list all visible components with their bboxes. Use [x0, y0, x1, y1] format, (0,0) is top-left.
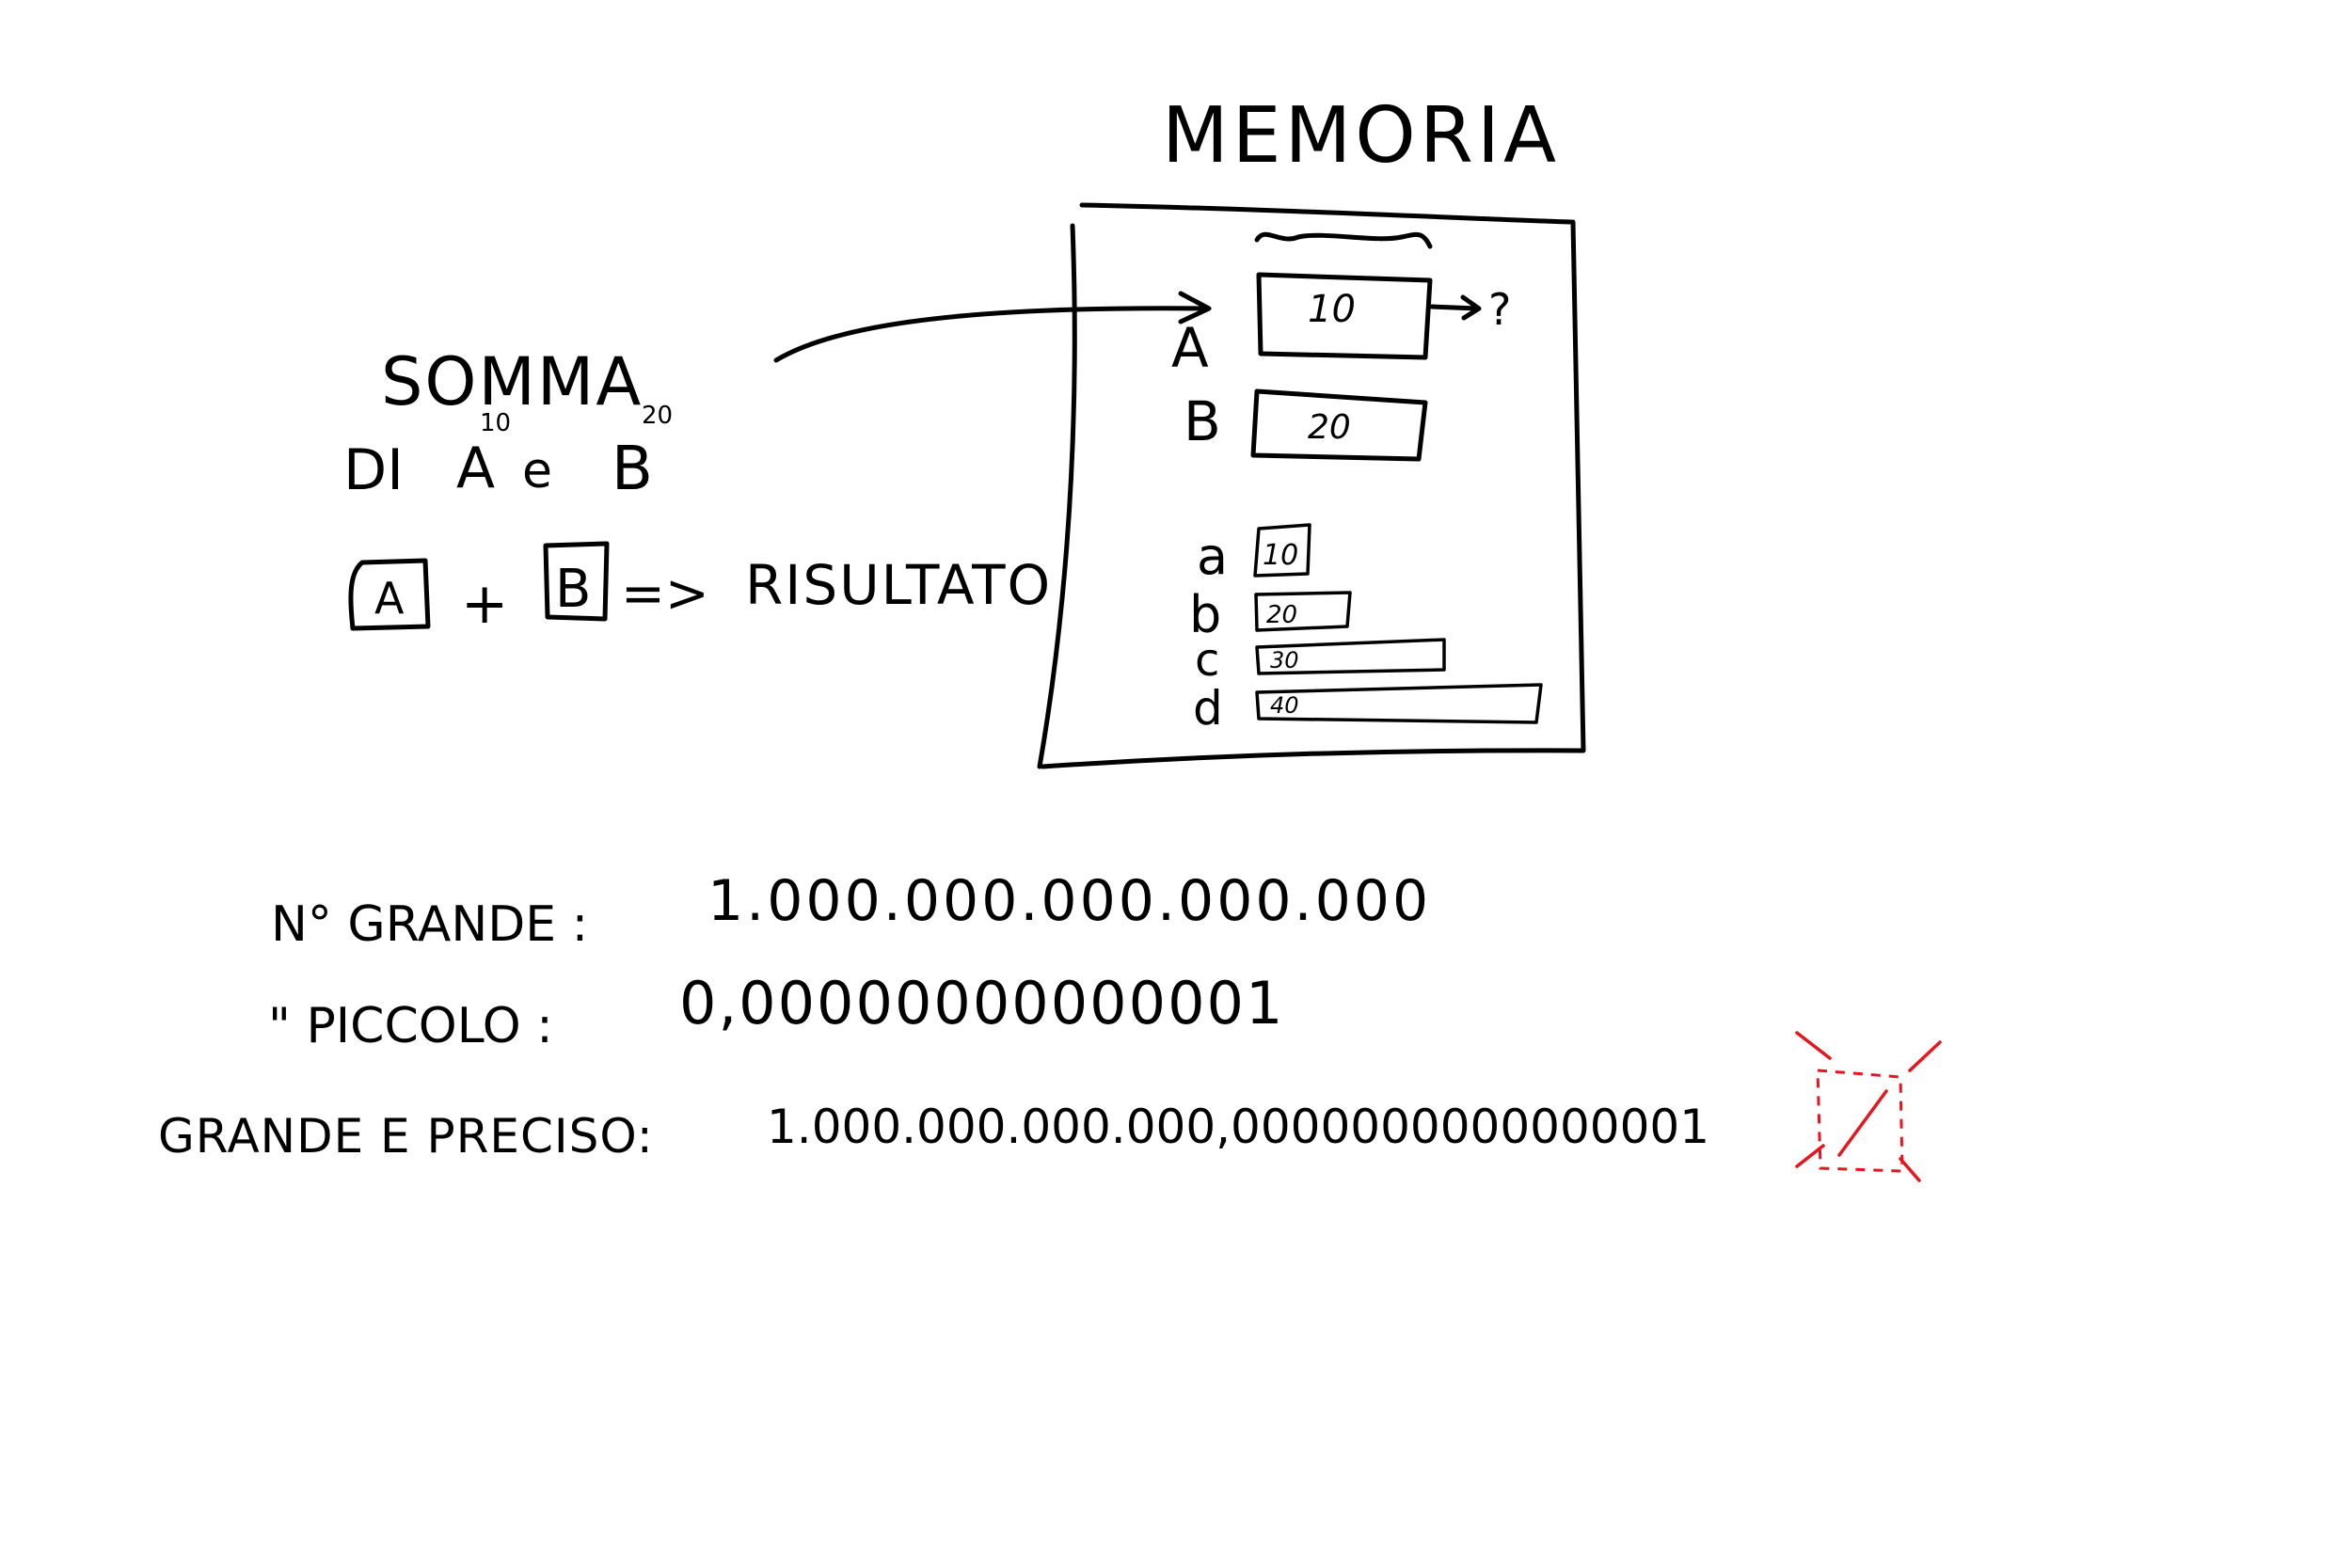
arrow-to-cell-a — [773, 306, 1207, 363]
big-number-label: N° GRANDE : — [271, 896, 588, 953]
small-cell-d-box — [1255, 683, 1543, 724]
small-cell-b-value: 20 — [1266, 601, 1297, 629]
sum-var-b: B — [612, 435, 653, 504]
sum-var-a-sup: 10 — [480, 409, 511, 437]
small-cell-d-label: d — [1193, 681, 1223, 736]
cell-a-label: A — [1171, 316, 1209, 380]
precise-number-label: GRANDE E PRECISO: — [158, 1109, 654, 1164]
small-cell-a-label: a — [1197, 527, 1228, 586]
sum-var-a: A — [456, 436, 495, 501]
small-cell-c-value: 30 — [1270, 647, 1299, 673]
small-cell-a: a 10 — [1197, 523, 1311, 586]
small-cell-c-label: c — [1195, 634, 1219, 687]
small-number-label: " PICCOLO : — [268, 998, 553, 1054]
cell-a-out-arrow — [1429, 294, 1482, 321]
sum-prefix: DI — [343, 437, 404, 503]
memory-title: MEMORIA — [1162, 91, 1560, 181]
small-number-value: 0,00000000000001 — [679, 969, 1284, 1037]
whiteboard-drawing: MEMORIA A 10 ? B 20 a 10 b 20 c 30 d 40 … — [158, 91, 1942, 1182]
small-cell-d: d 40 — [1193, 681, 1543, 736]
memory-brace — [1254, 231, 1433, 249]
precise-number-value: 1.000.000.000.000,0000000000000001 — [767, 1100, 1709, 1154]
cell-a-value: 10 — [1308, 288, 1356, 331]
small-cell-a-value: 10 — [1263, 539, 1298, 572]
expr-arrow: => — [621, 563, 709, 625]
expr-b: B — [555, 559, 591, 620]
sum-var-b-sup: 20 — [642, 402, 673, 430]
cell-b-value: 20 — [1308, 408, 1351, 447]
sum-conj: e — [522, 443, 552, 499]
expr-a: A — [374, 573, 405, 624]
cell-a-question: ? — [1488, 284, 1511, 335]
small-cell-c: c 30 — [1195, 634, 1446, 687]
expr-plus: + — [461, 571, 508, 637]
big-number-value: 1.000.000.000.000.000 — [707, 868, 1431, 934]
small-cell-d-value: 40 — [1270, 692, 1299, 719]
expr-result: RISULTATO — [745, 553, 1052, 617]
red-correction-mark — [1795, 1031, 1942, 1182]
sum-title: SOMMA — [381, 343, 643, 420]
whiteboard-canvas: MEMORIA A 10 ? B 20 a 10 b 20 c 30 d 40 … — [0, 0, 2352, 1568]
cell-b-label: B — [1184, 389, 1221, 453]
